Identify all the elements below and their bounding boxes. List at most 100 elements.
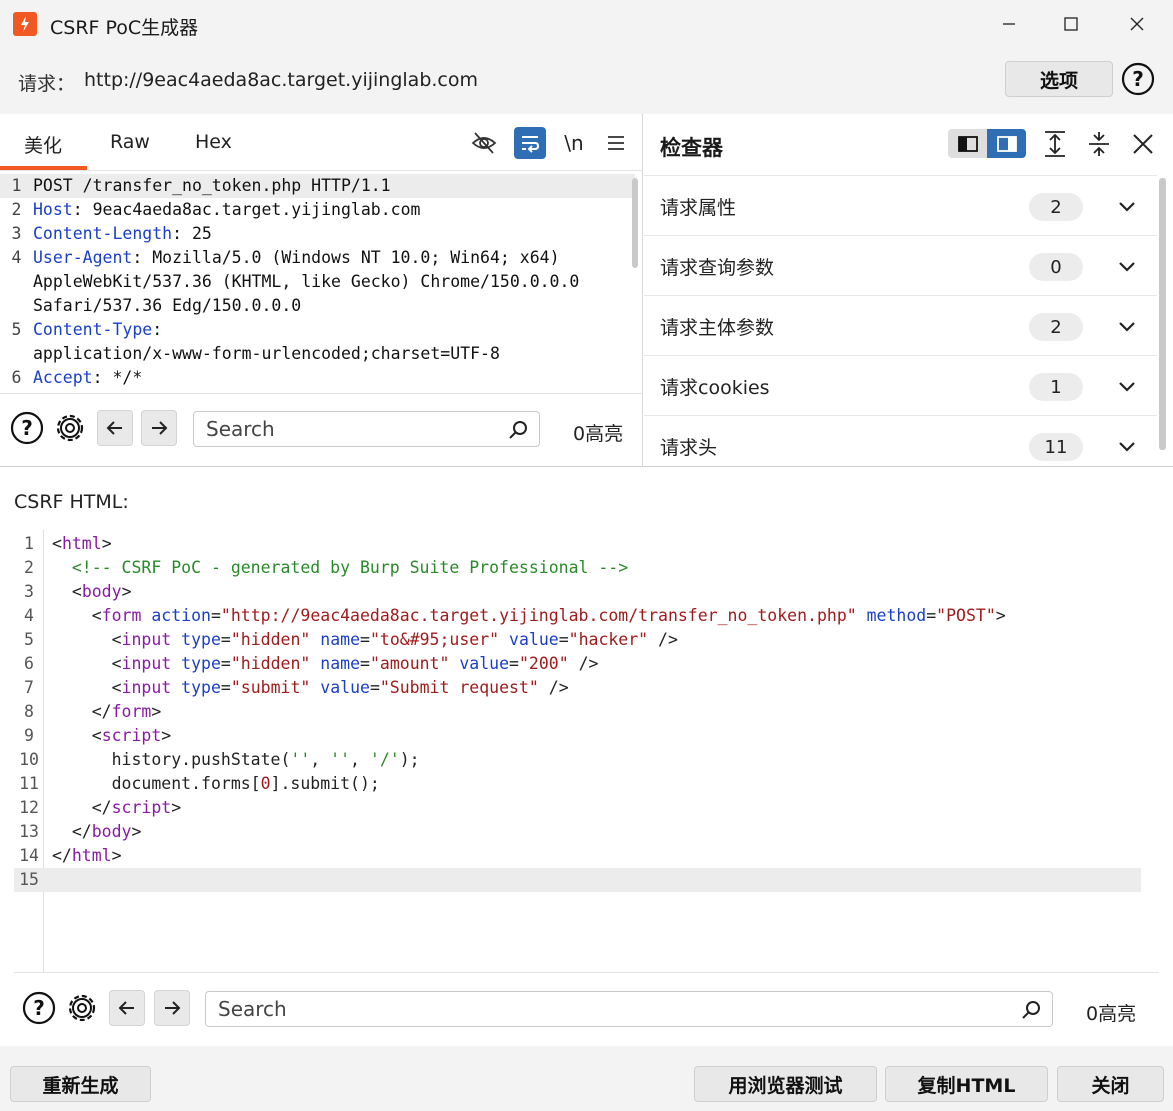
- csrf-highlight-count: 0高亮: [1086, 1003, 1137, 1025]
- count-badge: 0: [1029, 253, 1083, 281]
- count-badge: 11: [1029, 433, 1083, 461]
- gear-icon: [68, 994, 96, 1022]
- svg-text:?: ?: [33, 996, 45, 1020]
- request-line: 3 Content-Length: 25: [11, 224, 212, 243]
- inspector-title: 检查器: [660, 136, 723, 160]
- test-in-browser-button[interactable]: 用浏览器测试: [694, 1066, 877, 1102]
- csrf-html-label: CSRF HTML:: [14, 491, 129, 513]
- svg-text:?: ?: [1132, 67, 1144, 91]
- search-icon: [509, 421, 527, 439]
- expand-vertical-icon: [1045, 131, 1065, 157]
- arrow-left-icon: [118, 1001, 134, 1015]
- burp-logo-icon: [13, 12, 37, 36]
- csrf-settings-button[interactable]: [64, 990, 100, 1026]
- code-line: 8 </form>: [24, 702, 162, 721]
- chevron-down-icon: [1114, 374, 1140, 400]
- tab-pretty[interactable]: 美化: [24, 131, 62, 158]
- minimize-icon: [1003, 23, 1015, 25]
- csrf-search-next-button[interactable]: [154, 990, 190, 1026]
- request-line: 6 Accept: */*: [11, 368, 143, 387]
- request-scrollbar[interactable]: [632, 178, 638, 268]
- chevron-down-icon: [1114, 314, 1140, 340]
- request-line: 5 Content-Type:: [11, 320, 163, 339]
- request-url: http://9eac4aeda8ac.target.yijinglab.com: [84, 69, 479, 91]
- request-search-input[interactable]: Search: [193, 411, 540, 447]
- help-button[interactable]: ?: [1121, 62, 1155, 96]
- csrf-search-input[interactable]: Search: [205, 991, 1053, 1027]
- editor-menu-button[interactable]: [600, 127, 632, 159]
- chevron-down-icon: [1114, 254, 1140, 280]
- code-line: 14 </html>: [19, 846, 122, 865]
- layout-left-button[interactable]: [948, 129, 987, 158]
- help-icon: ?: [1121, 62, 1155, 96]
- csrf-search-prev-button[interactable]: [109, 990, 145, 1026]
- layout-right-button[interactable]: [987, 129, 1026, 158]
- inspector-row-body-params[interactable]: 请求主体参数 2: [644, 295, 1157, 355]
- request-line: application/x-www-form-urlencoded;charse…: [33, 344, 500, 363]
- count-badge: 2: [1029, 313, 1083, 341]
- options-button[interactable]: 选项: [1005, 61, 1113, 97]
- inspector-row-headers[interactable]: 请求头 11: [644, 415, 1157, 466]
- csrf-html-code[interactable]: 1 <html> 2 <!-- CSRF PoC - generated by B…: [14, 532, 1141, 892]
- tab-raw[interactable]: Raw: [110, 131, 150, 153]
- word-wrap-button[interactable]: [514, 127, 546, 159]
- help-icon: ?: [10, 411, 44, 445]
- panel-left-icon: [957, 135, 978, 152]
- csrf-help-button[interactable]: ?: [22, 991, 56, 1025]
- help-icon: ?: [22, 991, 56, 1025]
- tabs-divider: [0, 170, 643, 171]
- close-window-button[interactable]: [1115, 6, 1159, 42]
- code-line: 12 </script>: [19, 798, 182, 817]
- request-code-view[interactable]: 1 POST /transfer_no_token.php HTTP/1.1 2…: [0, 174, 635, 392]
- code-line: 4 <form action="http://9eac4aeda8ac.targ…: [24, 606, 1006, 625]
- expand-all-button[interactable]: [1039, 128, 1071, 160]
- count-badge: 2: [1029, 193, 1083, 221]
- regenerate-button[interactable]: 重新生成: [10, 1066, 151, 1102]
- request-help-button[interactable]: ?: [10, 411, 44, 445]
- minimize-button[interactable]: [987, 6, 1031, 42]
- code-line: 11 document.forms[0].submit();: [19, 774, 380, 793]
- maximize-icon: [1064, 17, 1078, 31]
- collapse-vertical-icon: [1089, 132, 1109, 156]
- request-settings-button[interactable]: [52, 410, 88, 446]
- hamburger-menu-icon: [608, 136, 624, 150]
- wrap-icon: [522, 136, 540, 153]
- copy-html-button[interactable]: 复制HTML: [885, 1066, 1048, 1102]
- arrow-right-icon: [152, 421, 168, 435]
- close-inspector-button[interactable]: [1127, 128, 1159, 160]
- count-badge: 1: [1029, 373, 1083, 401]
- code-line: 6 <input type="hidden" name="amount" val…: [24, 654, 599, 673]
- hide-nonprintable-button[interactable]: [468, 127, 500, 159]
- chevron-down-icon: [1114, 194, 1140, 220]
- collapse-all-button[interactable]: [1083, 128, 1115, 160]
- inspector-layout-toggle: [948, 129, 1026, 158]
- code-line: 9 <script>: [24, 726, 172, 745]
- panel-right-icon: [996, 135, 1017, 152]
- tab-hex[interactable]: Hex: [195, 131, 232, 153]
- inspector-row-query-params[interactable]: 请求查询参数 0: [644, 235, 1157, 295]
- request-label: 请求：: [18, 73, 76, 95]
- request-line: 1 POST /transfer_no_token.php HTTP/1.1: [0, 174, 635, 198]
- code-line: 2 <!-- CSRF PoC - generated by Burp Suit…: [24, 558, 629, 577]
- svg-text:?: ?: [21, 416, 33, 440]
- arrow-left-icon: [106, 421, 122, 435]
- maximize-button[interactable]: [1049, 6, 1093, 42]
- close-button[interactable]: 关闭: [1057, 1066, 1164, 1102]
- newline-toggle-button[interactable]: \n: [558, 127, 590, 159]
- request-highlight-count: 0高亮: [573, 423, 624, 445]
- code-line: 10 history.pushState('', '', '/');: [19, 750, 420, 769]
- request-line: AppleWebKit/537.36 (KHTML, like Gecko) C…: [33, 272, 580, 291]
- inspector-row-cookies[interactable]: 请求cookies 1: [644, 355, 1157, 415]
- request-line: 4 User-Agent: Mozilla/5.0 (Windows NT 10…: [11, 248, 560, 267]
- request-search-next-button[interactable]: [141, 410, 177, 446]
- search-icon: [1022, 1001, 1040, 1019]
- close-icon: [1130, 17, 1144, 31]
- chevron-down-icon: [1114, 434, 1140, 460]
- code-line: 13 </body>: [19, 822, 142, 841]
- gear-icon: [56, 414, 84, 442]
- inspector-row-request-attributes[interactable]: 请求属性 2: [644, 175, 1157, 235]
- inspector-scrollbar[interactable]: [1159, 178, 1166, 450]
- arrow-right-icon: [165, 1001, 181, 1015]
- request-search-prev-button[interactable]: [97, 410, 133, 446]
- pane-divider[interactable]: [0, 466, 1173, 467]
